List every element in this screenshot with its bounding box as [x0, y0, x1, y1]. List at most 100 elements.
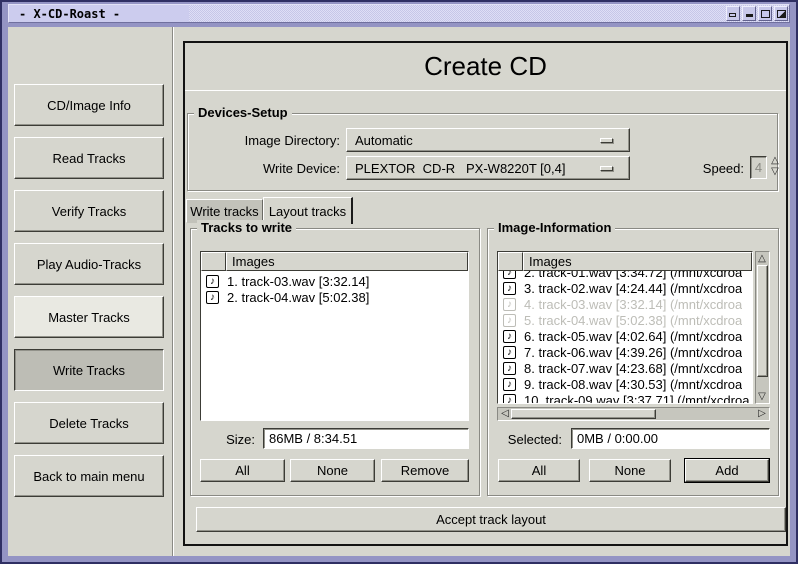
accept-track-layout-button[interactable]: Accept track layout [196, 507, 786, 532]
list-body: ♪ 1. track-03.wav [3:32.14] ♪ 2. track-0… [201, 271, 468, 420]
images-column-header[interactable]: Images [523, 252, 752, 271]
select-all-button[interactable]: All [498, 459, 580, 482]
track-label: 6. track-05.wav [4:02.64] (/mnt/xcdroa [524, 329, 742, 344]
track-label: 2. track-01.wav [3:34.72] (/mnt/xcdroa [524, 271, 742, 280]
scroll-up-icon[interactable]: △ [756, 253, 768, 264]
minimize-icon [746, 14, 753, 17]
track-row[interactable]: ♪ 8. track-07.wav [4:23.68] (/mnt/xcdroa [498, 360, 752, 376]
music-note-icon: ♪ [206, 291, 219, 304]
restore-icon [777, 10, 786, 18]
track-row[interactable]: ♪ 9. track-08.wav [4:30.53] (/mnt/xcdroa [498, 376, 752, 392]
image-information-legend: Image-Information [494, 220, 615, 235]
titlebar[interactable]: - X-CD-Roast - [8, 4, 790, 23]
track-label: 3. track-02.wav [4:24.44] (/mnt/xcdroa [524, 281, 742, 296]
select-none-button[interactable]: None [589, 459, 671, 482]
add-button[interactable]: Add [685, 459, 769, 482]
write-device-label: Write Device: [188, 161, 340, 176]
horizontal-scrollbar[interactable]: ◁ ▷ [497, 407, 770, 421]
track-row[interactable]: ♪ 7. track-06.wav [4:39.26] (/mnt/xcdroa [498, 344, 752, 360]
size-label: Size: [191, 432, 255, 447]
menu-icon [729, 13, 736, 17]
horizontal-scrollbar-thumb[interactable] [511, 409, 656, 419]
devices-setup-legend: Devices-Setup [194, 105, 292, 120]
track-label: 7. track-06.wav [4:39.26] (/mnt/xcdroa [524, 345, 742, 360]
write-device-dropdown[interactable]: PLEXTOR CD-R PX-W8220T [0,4] [346, 156, 630, 180]
music-note-icon: ♪ [503, 378, 516, 391]
pane-divider [172, 27, 174, 556]
sidebar-item-back-to-main-menu[interactable]: Back to main menu [14, 455, 164, 497]
speed-spinner[interactable]: 4 [750, 156, 767, 179]
track-label: 9. track-08.wav [4:30.53] (/mnt/xcdroa [524, 377, 742, 392]
sidebar-item-read-tracks[interactable]: Read Tracks [14, 137, 164, 179]
image-information-list: Images ♪ 2. track-01.wav [3:34.72] (/mnt… [497, 251, 753, 404]
list-body: ♪ 2. track-01.wav [3:34.72] (/mnt/xcdroa… [498, 271, 752, 403]
selected-field[interactable]: 0MB / 0:00.00 [571, 428, 770, 449]
sidebar-item-write-tracks[interactable]: Write Tracks [14, 349, 164, 391]
speed-label: Speed: [654, 161, 744, 176]
scroll-left-icon[interactable]: ◁ [499, 408, 511, 419]
maximize-button[interactable] [758, 6, 772, 21]
sidebar-item-verify-tracks[interactable]: Verify Tracks [14, 190, 164, 232]
scroll-down-icon[interactable]: ▽ [756, 391, 768, 402]
music-note-icon: ♪ [503, 298, 516, 311]
track-label: 5. track-04.wav [5:02.38] (/mnt/xcdroa [524, 313, 742, 328]
music-note-icon: ♪ [503, 314, 516, 327]
track-label: 2. track-04.wav [5:02.38] [227, 290, 369, 305]
select-none-button[interactable]: None [290, 459, 375, 482]
window-menu-button[interactable] [726, 6, 740, 21]
track-row-disabled: ♪ 5. track-04.wav [5:02.38] (/mnt/xcdroa [498, 312, 752, 328]
select-all-button[interactable]: All [200, 459, 285, 482]
main-panel: Create CD Devices-Setup Image Directory:… [183, 41, 788, 546]
tracks-to-write-frame: Tracks to write Images ♪ 1. track-03.wav… [190, 228, 480, 496]
icon-column-header[interactable] [201, 252, 226, 271]
vertical-scrollbar[interactable]: △ ▽ [755, 251, 770, 404]
track-row[interactable]: ♪ 10. track-09.wav [3:37.71] (/mnt/xcdro… [498, 392, 752, 403]
image-information-frame: Image-Information Images ♪ 2. track-01.w… [487, 228, 779, 496]
vertical-scrollbar-thumb[interactable] [757, 265, 768, 377]
icon-column-header[interactable] [498, 252, 523, 271]
track-label: 8. track-07.wav [4:23.68] (/mnt/xcdroa [524, 361, 742, 376]
image-directory-label: Image Directory: [188, 133, 340, 148]
image-directory-value: Automatic [355, 133, 413, 148]
sidebar-item-cd-image-info[interactable]: CD/Image Info [14, 84, 164, 126]
write-device-value: PLEXTOR CD-R PX-W8220T [0,4] [355, 161, 565, 176]
track-row[interactable]: ♪ 6. track-05.wav [4:02.64] (/mnt/xcdroa [498, 328, 752, 344]
track-row[interactable]: ♪ 2. track-01.wav [3:34.72] (/mnt/xcdroa [498, 271, 752, 280]
track-row-disabled: ♪ 4. track-03.wav [3:32.14] (/mnt/xcdroa [498, 296, 752, 312]
tracks-to-write-legend: Tracks to write [197, 220, 296, 235]
track-row[interactable]: ♪ 1. track-03.wav [3:32.14] [201, 273, 468, 289]
size-field[interactable]: 86MB / 8:34.51 [263, 428, 469, 449]
scroll-right-icon[interactable]: ▷ [756, 408, 768, 419]
option-menu-indicator-icon [600, 166, 613, 171]
music-note-icon: ♪ [503, 394, 516, 404]
track-row[interactable]: ♪ 2. track-04.wav [5:02.38] [201, 289, 468, 305]
track-label: 1. track-03.wav [3:32.14] [227, 274, 369, 289]
devices-setup-frame: Devices-Setup Image Directory: Automatic… [187, 113, 778, 191]
page-title: Create CD [185, 43, 786, 91]
minimize-button[interactable] [742, 6, 756, 21]
track-row[interactable]: ♪ 3. track-02.wav [4:24.44] (/mnt/xcdroa [498, 280, 752, 296]
speed-spinner-arrows: △ ▽ [768, 155, 782, 177]
tracks-to-write-list: Images ♪ 1. track-03.wav [3:32.14] ♪ 2. … [200, 251, 469, 421]
selected-label: Selected: [488, 432, 562, 447]
remove-button[interactable]: Remove [381, 459, 469, 482]
sidebar-item-delete-tracks[interactable]: Delete Tracks [14, 402, 164, 444]
image-directory-dropdown[interactable]: Automatic [346, 128, 630, 152]
music-note-icon: ♪ [503, 362, 516, 375]
restore-button[interactable] [774, 6, 788, 21]
client-area: CD/Image Info Read Tracks Verify Tracks … [8, 27, 790, 556]
list-header: Images [498, 252, 752, 271]
images-column-header[interactable]: Images [226, 252, 468, 271]
music-note-icon: ♪ [503, 346, 516, 359]
track-label: 4. track-03.wav [3:32.14] (/mnt/xcdroa [524, 297, 742, 312]
spin-up-icon[interactable]: △ [768, 155, 782, 166]
app-window: - X-CD-Roast - CD/Image Info Read Tracks… [0, 0, 798, 564]
window-controls [726, 6, 788, 21]
music-note-icon: ♪ [503, 330, 516, 343]
sidebar-item-play-audio-tracks[interactable]: Play Audio-Tracks [14, 243, 164, 285]
track-label: 10. track-09.wav [3:37.71] (/mnt/xcdroa [524, 393, 749, 404]
spin-down-icon[interactable]: ▽ [768, 166, 782, 177]
music-note-icon: ♪ [503, 271, 516, 279]
sidebar-item-master-tracks[interactable]: Master Tracks [14, 296, 164, 338]
maximize-icon [761, 10, 770, 18]
